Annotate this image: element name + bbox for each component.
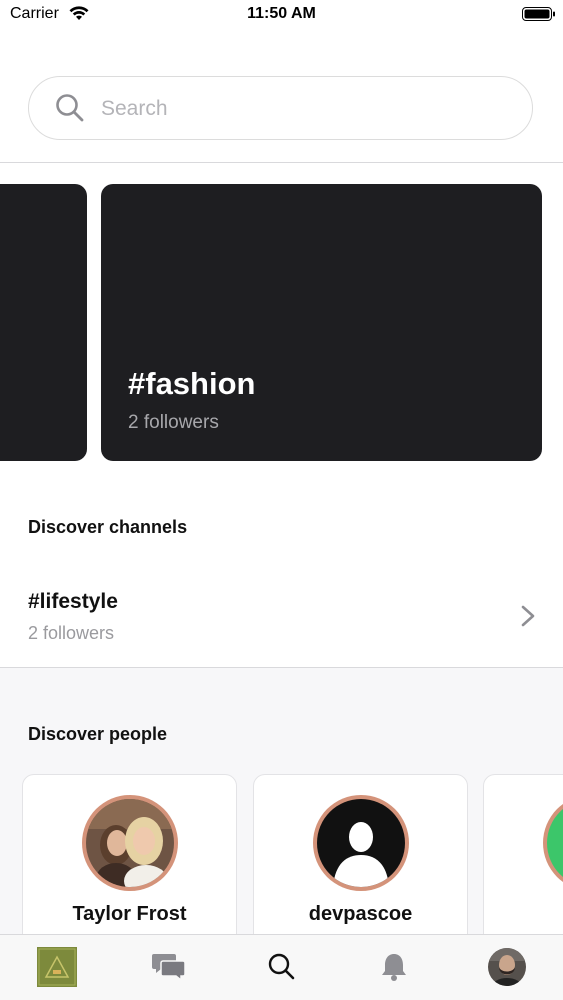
discover-people-section: Discover people Taylor Frost devpascoe: [0, 668, 563, 934]
bell-icon: [382, 954, 406, 981]
tab-bar: [0, 934, 563, 1000]
search-icon: [268, 953, 295, 980]
clock: 11:50 AM: [247, 5, 316, 22]
channel-row-lifestyle[interactable]: #lifestyle 2 followers: [0, 576, 563, 666]
avatar: [317, 799, 405, 887]
tab-home[interactable]: [37, 947, 77, 987]
channel-name: #lifestyle: [28, 590, 118, 613]
avatar-photo-icon: [547, 799, 563, 887]
chevron-right-icon: [521, 605, 535, 627]
messages-icon: [152, 954, 186, 982]
tab-messages[interactable]: [149, 947, 189, 987]
person-name: devpascoe: [308, 903, 413, 925]
battery-icon: [522, 7, 555, 21]
divider: [0, 162, 563, 163]
search-input[interactable]: [99, 91, 503, 127]
profile-avatar-icon: [488, 948, 526, 986]
search-icon: [56, 94, 84, 122]
channel-followers: 2 followers: [28, 623, 115, 643]
status-bar: Carrier 11:50 AM: [0, 0, 563, 30]
avatar: [86, 799, 174, 887]
discover-people-heading: Discover people: [28, 724, 168, 744]
person-name: Taylor Frost: [72, 903, 187, 925]
avatar-ring: [82, 795, 178, 891]
default-user-silhouette-icon: [317, 799, 405, 887]
tab-profile[interactable]: [487, 947, 527, 987]
tab-search[interactable]: [262, 947, 302, 987]
tab-notifications[interactable]: [374, 947, 414, 987]
avatar-ring: [543, 795, 563, 891]
avatar-ring: [313, 795, 409, 891]
discover-channels-heading: Discover channels: [28, 517, 188, 537]
avatar: [547, 799, 563, 887]
channel-card-partial[interactable]: [0, 184, 87, 461]
search-bar[interactable]: [28, 76, 533, 140]
person-card-devpascoe[interactable]: devpascoe: [253, 774, 468, 934]
channel-card-followers: 2 followers: [128, 412, 219, 433]
home-icon: [37, 947, 77, 987]
channel-card-title: #fashion: [128, 366, 256, 401]
channel-card-fashion[interactable]: #fashion 2 followers: [101, 184, 542, 461]
avatar-photo-icon: [86, 799, 174, 887]
person-card-partial[interactable]: [483, 774, 563, 934]
person-card-taylor-frost[interactable]: Taylor Frost: [22, 774, 237, 934]
